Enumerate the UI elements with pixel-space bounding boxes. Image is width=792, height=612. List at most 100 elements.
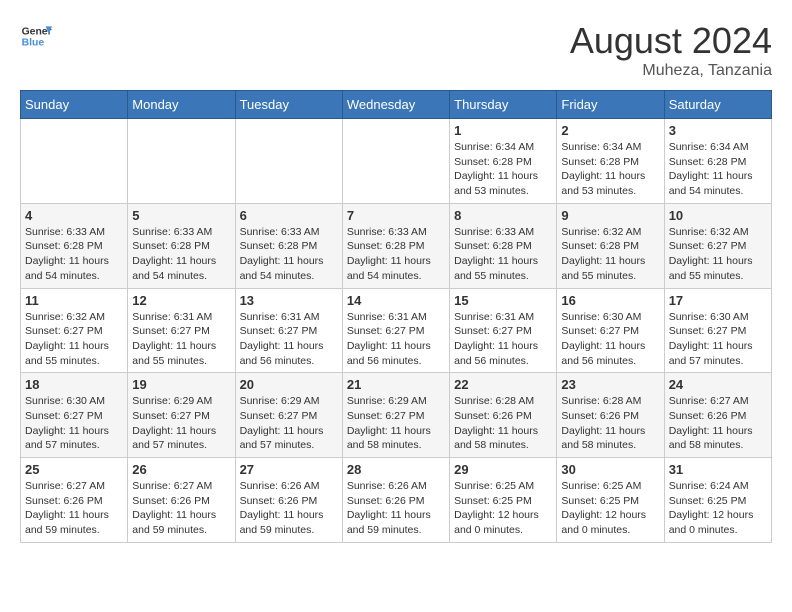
day-info: Sunrise: 6:33 AM Sunset: 6:28 PM Dayligh… [347, 225, 445, 284]
day-number: 20 [240, 377, 338, 392]
day-number: 4 [25, 208, 123, 223]
day-number: 14 [347, 293, 445, 308]
day-info: Sunrise: 6:33 AM Sunset: 6:28 PM Dayligh… [240, 225, 338, 284]
day-number: 27 [240, 462, 338, 477]
day-info: Sunrise: 6:25 AM Sunset: 6:25 PM Dayligh… [561, 479, 659, 538]
day-number: 12 [132, 293, 230, 308]
calendar-cell: 4 Sunrise: 6:33 AM Sunset: 6:28 PM Daylig… [21, 203, 128, 288]
day-info: Sunrise: 6:28 AM Sunset: 6:26 PM Dayligh… [454, 394, 552, 453]
weekday-header-wednesday: Wednesday [342, 91, 449, 119]
day-info: Sunrise: 6:28 AM Sunset: 6:26 PM Dayligh… [561, 394, 659, 453]
title-block: August 2024 Muheza, Tanzania [570, 20, 772, 80]
calendar-week-5: 25 Sunrise: 6:27 AM Sunset: 6:26 PM Dayli… [21, 458, 772, 543]
day-number: 10 [669, 208, 767, 223]
calendar-cell: 11 Sunrise: 6:32 AM Sunset: 6:27 PM Dayli… [21, 288, 128, 373]
calendar-cell: 2Sunrise: 6:34 AM Sunset: 6:28 PM Daylig… [557, 119, 664, 204]
day-info: Sunrise: 6:32 AM Sunset: 6:27 PM Dayligh… [25, 310, 123, 369]
day-number: 16 [561, 293, 659, 308]
day-number: 3 [669, 123, 767, 138]
day-number: 8 [454, 208, 552, 223]
calendar-cell: 30 Sunrise: 6:25 AM Sunset: 6:25 PM Dayli… [557, 458, 664, 543]
logo: General Blue [20, 20, 52, 52]
day-info: Sunrise: 6:26 AM Sunset: 6:26 PM Dayligh… [240, 479, 338, 538]
day-info: Sunrise: 6:31 AM Sunset: 6:27 PM Dayligh… [454, 310, 552, 369]
day-info: Sunrise: 6:25 AM Sunset: 6:25 PM Dayligh… [454, 479, 552, 538]
calendar-cell: 3 Sunrise: 6:34 AM Sunset: 6:28 PM Daylig… [664, 119, 771, 204]
calendar-cell: 28 Sunrise: 6:26 AM Sunset: 6:26 PM Dayli… [342, 458, 449, 543]
day-number: 15 [454, 293, 552, 308]
calendar-week-1: 1Sunrise: 6:34 AM Sunset: 6:28 PM Daylig… [21, 119, 772, 204]
day-info: Sunrise: 6:30 AM Sunset: 6:27 PM Dayligh… [669, 310, 767, 369]
calendar-cell: 7 Sunrise: 6:33 AM Sunset: 6:28 PM Daylig… [342, 203, 449, 288]
day-info: Sunrise: 6:27 AM Sunset: 6:26 PM Dayligh… [669, 394, 767, 453]
day-info: Sunrise: 6:29 AM Sunset: 6:27 PM Dayligh… [132, 394, 230, 453]
calendar-cell: 27 Sunrise: 6:26 AM Sunset: 6:26 PM Dayli… [235, 458, 342, 543]
calendar-cell: 19 Sunrise: 6:29 AM Sunset: 6:27 PM Dayli… [128, 373, 235, 458]
calendar-cell: 10 Sunrise: 6:32 AM Sunset: 6:27 PM Dayli… [664, 203, 771, 288]
weekday-header-sunday: Sunday [21, 91, 128, 119]
weekday-header-row: SundayMondayTuesdayWednesdayThursdayFrid… [21, 91, 772, 119]
calendar-cell [128, 119, 235, 204]
calendar-table: SundayMondayTuesdayWednesdayThursdayFrid… [20, 90, 772, 543]
calendar-cell: 8Sunrise: 6:33 AM Sunset: 6:28 PM Daylig… [450, 203, 557, 288]
calendar-cell: 1Sunrise: 6:34 AM Sunset: 6:28 PM Daylig… [450, 119, 557, 204]
day-info: Sunrise: 6:27 AM Sunset: 6:26 PM Dayligh… [132, 479, 230, 538]
calendar-cell: 18 Sunrise: 6:30 AM Sunset: 6:27 PM Dayli… [21, 373, 128, 458]
calendar-cell: 14 Sunrise: 6:31 AM Sunset: 6:27 PM Dayli… [342, 288, 449, 373]
weekday-header-tuesday: Tuesday [235, 91, 342, 119]
calendar-cell: 13Sunrise: 6:31 AM Sunset: 6:27 PM Dayli… [235, 288, 342, 373]
calendar-cell: 6Sunrise: 6:33 AM Sunset: 6:28 PM Daylig… [235, 203, 342, 288]
calendar-header: SundayMondayTuesdayWednesdayThursdayFrid… [21, 91, 772, 119]
day-number: 30 [561, 462, 659, 477]
day-info: Sunrise: 6:34 AM Sunset: 6:28 PM Dayligh… [669, 140, 767, 199]
location-subtitle: Muheza, Tanzania [570, 62, 772, 80]
calendar-cell: 26Sunrise: 6:27 AM Sunset: 6:26 PM Dayli… [128, 458, 235, 543]
day-info: Sunrise: 6:31 AM Sunset: 6:27 PM Dayligh… [240, 310, 338, 369]
calendar-cell: 21 Sunrise: 6:29 AM Sunset: 6:27 PM Dayli… [342, 373, 449, 458]
page-header: General Blue August 2024 Muheza, Tanzani… [20, 20, 772, 80]
day-number: 17 [669, 293, 767, 308]
day-info: Sunrise: 6:32 AM Sunset: 6:27 PM Dayligh… [669, 225, 767, 284]
calendar-cell [21, 119, 128, 204]
day-info: Sunrise: 6:29 AM Sunset: 6:27 PM Dayligh… [347, 394, 445, 453]
day-number: 7 [347, 208, 445, 223]
day-number: 28 [347, 462, 445, 477]
day-info: Sunrise: 6:33 AM Sunset: 6:28 PM Dayligh… [25, 225, 123, 284]
day-info: Sunrise: 6:33 AM Sunset: 6:28 PM Dayligh… [132, 225, 230, 284]
day-number: 11 [25, 293, 123, 308]
day-number: 31 [669, 462, 767, 477]
day-info: Sunrise: 6:34 AM Sunset: 6:28 PM Dayligh… [454, 140, 552, 199]
day-info: Sunrise: 6:30 AM Sunset: 6:27 PM Dayligh… [561, 310, 659, 369]
weekday-header-saturday: Saturday [664, 91, 771, 119]
day-info: Sunrise: 6:27 AM Sunset: 6:26 PM Dayligh… [25, 479, 123, 538]
calendar-cell: 25 Sunrise: 6:27 AM Sunset: 6:26 PM Dayli… [21, 458, 128, 543]
day-info: Sunrise: 6:24 AM Sunset: 6:25 PM Dayligh… [669, 479, 767, 538]
weekday-header-thursday: Thursday [450, 91, 557, 119]
day-info: Sunrise: 6:30 AM Sunset: 6:27 PM Dayligh… [25, 394, 123, 453]
calendar-cell [235, 119, 342, 204]
day-number: 22 [454, 377, 552, 392]
day-number: 29 [454, 462, 552, 477]
calendar-cell: 9Sunrise: 6:32 AM Sunset: 6:28 PM Daylig… [557, 203, 664, 288]
day-number: 5 [132, 208, 230, 223]
day-number: 19 [132, 377, 230, 392]
weekday-header-monday: Monday [128, 91, 235, 119]
day-info: Sunrise: 6:32 AM Sunset: 6:28 PM Dayligh… [561, 225, 659, 284]
calendar-cell: 31 Sunrise: 6:24 AM Sunset: 6:25 PM Dayli… [664, 458, 771, 543]
day-number: 25 [25, 462, 123, 477]
calendar-week-4: 18 Sunrise: 6:30 AM Sunset: 6:27 PM Dayli… [21, 373, 772, 458]
day-info: Sunrise: 6:31 AM Sunset: 6:27 PM Dayligh… [347, 310, 445, 369]
weekday-header-friday: Friday [557, 91, 664, 119]
month-year-title: August 2024 [570, 20, 772, 62]
logo-icon: General Blue [20, 20, 52, 52]
calendar-cell: 23Sunrise: 6:28 AM Sunset: 6:26 PM Dayli… [557, 373, 664, 458]
calendar-cell: 17 Sunrise: 6:30 AM Sunset: 6:27 PM Dayli… [664, 288, 771, 373]
day-number: 18 [25, 377, 123, 392]
day-number: 21 [347, 377, 445, 392]
calendar-cell: 12Sunrise: 6:31 AM Sunset: 6:27 PM Dayli… [128, 288, 235, 373]
calendar-cell: 24Sunrise: 6:27 AM Sunset: 6:26 PM Dayli… [664, 373, 771, 458]
svg-text:Blue: Blue [22, 38, 45, 49]
calendar-cell [342, 119, 449, 204]
day-info: Sunrise: 6:26 AM Sunset: 6:26 PM Dayligh… [347, 479, 445, 538]
day-info: Sunrise: 6:29 AM Sunset: 6:27 PM Dayligh… [240, 394, 338, 453]
